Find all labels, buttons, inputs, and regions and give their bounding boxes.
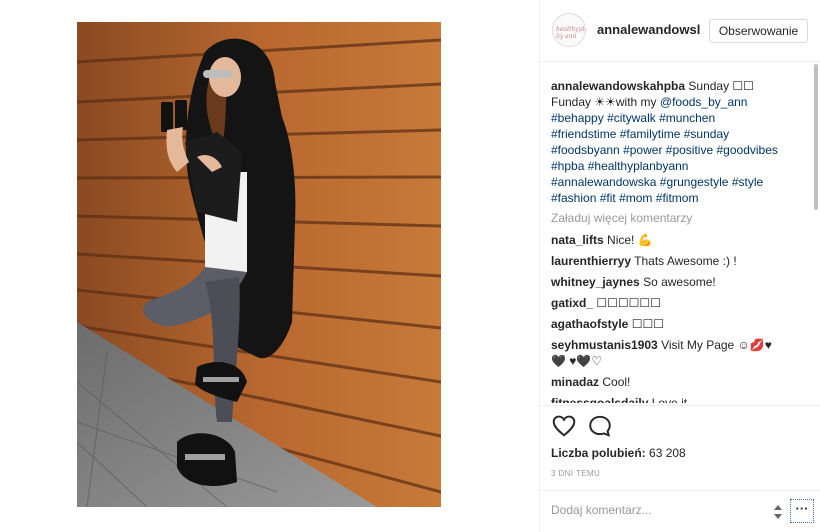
hashtag-link[interactable]: #annalewandowska xyxy=(551,175,656,189)
author-username[interactable]: annalewandowsl xyxy=(597,22,700,37)
comment-item: gatixd_ ☐☐☐☐☐☐ xyxy=(551,295,783,311)
likes-count[interactable]: Liczba polubień: 63 208 xyxy=(551,446,686,460)
comment-item: agathaofstyle ☐☐☐ xyxy=(551,316,783,332)
hashtag-link[interactable]: #fashion xyxy=(551,191,596,205)
hashtag-link[interactable]: #style xyxy=(732,175,763,189)
likes-label: Liczba polubień: xyxy=(551,446,646,460)
post-header: healthyplan by ann annalewandowsl Obserw… xyxy=(540,0,820,62)
photo-image xyxy=(77,22,441,507)
comment-username[interactable]: gatixd_ xyxy=(551,296,593,310)
comment-item: minadaz Cool! xyxy=(551,374,783,390)
comment-username[interactable]: whitney_jaynes xyxy=(551,275,640,289)
comment-username[interactable]: nata_lifts xyxy=(551,233,604,247)
hashtag-link[interactable]: #fit xyxy=(600,191,616,205)
hashtag-link[interactable]: #grungestyle xyxy=(660,175,729,189)
comment-text: ☐☐☐☐☐☐ xyxy=(596,296,661,310)
divider xyxy=(540,405,820,406)
comment-username[interactable]: minadaz xyxy=(551,375,599,389)
post-timestamp[interactable]: 3 DNI TEMU xyxy=(551,469,600,478)
hashtag-link[interactable]: #familytime xyxy=(620,127,681,141)
hashtag-link[interactable]: #hpba xyxy=(551,159,584,173)
hashtag-link[interactable]: #mom xyxy=(619,191,652,205)
scrollbar[interactable] xyxy=(813,62,819,212)
post-details-panel: healthyplan by ann annalewandowsl Obserw… xyxy=(539,0,820,532)
avatar[interactable]: healthyplan by ann xyxy=(552,13,586,47)
hashtag-link[interactable]: #behappy xyxy=(551,111,604,125)
hashtag-link[interactable]: #goodvibes xyxy=(717,143,778,157)
comment-text: Nice! 💪 xyxy=(607,233,653,247)
hashtag-link[interactable]: #munchen xyxy=(659,111,715,125)
hashtag-link[interactable]: #citywalk xyxy=(607,111,656,125)
comment-item: fitnessgoalsdaily Love it xyxy=(551,395,783,403)
hashtag-link[interactable]: #sunday xyxy=(684,127,729,141)
divider xyxy=(540,490,820,491)
hashtag-link[interactable]: #foodsbyann xyxy=(551,143,620,157)
hashtag-link[interactable]: #power xyxy=(623,143,662,157)
comment-username[interactable]: fitnessgoalsdaily xyxy=(551,396,648,403)
comment-text: ☐☐☐ xyxy=(631,317,664,331)
caption-mention[interactable]: @foods_by_ann xyxy=(660,95,748,109)
add-comment-input[interactable] xyxy=(551,503,786,517)
heart-icon[interactable] xyxy=(551,413,577,439)
comment-username[interactable]: laurenthierryy xyxy=(551,254,631,268)
input-spinner-icon[interactable] xyxy=(773,503,783,521)
comment-item: nata_lifts Nice! 💪 xyxy=(551,232,783,248)
comment-username[interactable]: agathaofstyle xyxy=(551,317,628,331)
comment-text: Thats Awesome :) ! xyxy=(634,254,737,268)
comment-item: seyhmustanis1903 Visit My Page ☺💋♥🖤 ♥🖤♡ xyxy=(551,337,783,369)
hashtag-link[interactable]: #healthyplanbyann xyxy=(588,159,689,173)
speech-bubble-icon[interactable] xyxy=(587,413,613,439)
comment-text: Love it xyxy=(651,396,688,403)
caption-text-1: Sunday ☐☐ xyxy=(688,79,754,93)
comment-item: whitney_jaynes So awesome! xyxy=(551,274,783,290)
comment-text: Cool! xyxy=(602,375,631,389)
comments-list[interactable]: annalewandowskahpba Sunday ☐☐ Funday ☀☀w… xyxy=(551,78,783,403)
comment-text: So awesome! xyxy=(643,275,716,289)
comment-username[interactable]: seyhmustanis1903 xyxy=(551,338,658,352)
caption-text-2: Funday ☀☀with my xyxy=(551,95,657,109)
caption-username[interactable]: annalewandowskahpba xyxy=(551,79,685,93)
comment-item: laurenthierryy Thats Awesome :) ! xyxy=(551,253,783,269)
caption: annalewandowskahpba Sunday ☐☐ Funday ☀☀w… xyxy=(551,78,783,206)
more-options-button[interactable]: ··· xyxy=(790,499,814,523)
caption-hashtags: #behappy #citywalk #munchen #friendstime… xyxy=(551,111,778,205)
load-more-comments-link[interactable]: Załaduj więcej komentarzy xyxy=(551,210,783,226)
follow-button[interactable]: Obserwowanie xyxy=(709,19,808,43)
hashtag-link[interactable]: #friendstime xyxy=(551,127,616,141)
avatar-text: healthyplan by ann xyxy=(556,26,585,40)
comment-items: nata_lifts Nice! 💪 laurenthierryy Thats A… xyxy=(551,232,783,403)
likes-number: 63 208 xyxy=(649,446,686,460)
post-photo[interactable] xyxy=(77,22,441,507)
scrollbar-thumb[interactable] xyxy=(814,64,818,210)
hashtag-link[interactable]: #fitmom xyxy=(656,191,699,205)
hashtag-link[interactable]: #positive xyxy=(666,143,713,157)
